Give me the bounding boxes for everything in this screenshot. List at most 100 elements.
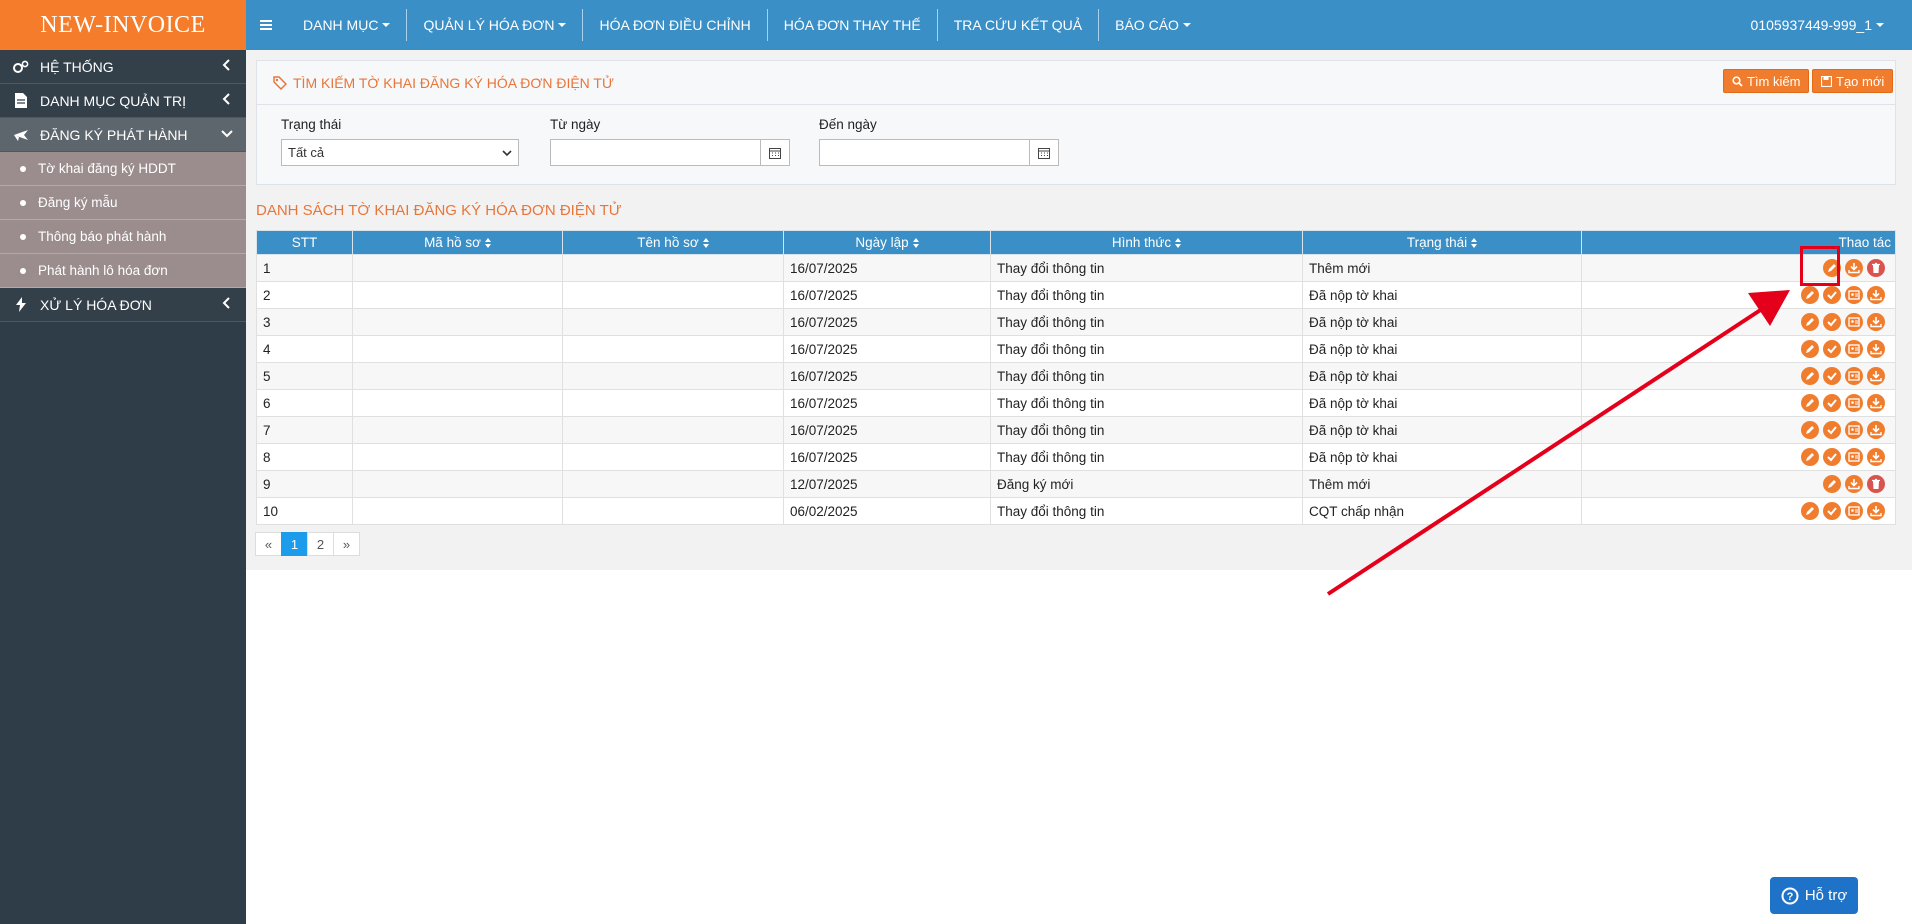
status-select[interactable]: Tất cả (281, 139, 519, 166)
edit-icon[interactable] (1823, 475, 1841, 493)
brand-logo[interactable]: NEW-INVOICE (0, 0, 246, 50)
edit-icon[interactable] (1801, 313, 1819, 331)
download-icon[interactable] (1845, 259, 1863, 277)
sidebar-subitem-to-khai[interactable]: Tờ khai đăng ký HDDT (0, 152, 246, 186)
cell-hinh-thuc: Thay đổi thông tin (990, 443, 1303, 471)
hamburger-menu-icon[interactable] (246, 0, 286, 50)
download-icon[interactable] (1867, 502, 1885, 520)
view-card-icon[interactable] (1845, 448, 1863, 466)
col-stt[interactable]: STT (256, 230, 353, 255)
edit-icon[interactable] (1801, 502, 1819, 520)
sidebar-subitem-phat-hanh-lo[interactable]: Phát hành lô hóa đơn (0, 254, 246, 288)
view-card-icon[interactable] (1845, 421, 1863, 439)
nav-hoa-don-dieu-chinh[interactable]: HÓA ĐƠN ĐIỀU CHỈNH (582, 9, 766, 41)
approve-check-icon[interactable] (1823, 313, 1841, 331)
cell-ten-ho-so (562, 389, 784, 417)
cell-hinh-thuc: Thay đổi thông tin (990, 497, 1303, 525)
edit-icon[interactable] (1801, 421, 1819, 439)
view-card-icon[interactable] (1845, 313, 1863, 331)
pagination-next[interactable]: » (333, 532, 360, 556)
tags-icon (273, 75, 287, 90)
approve-check-icon[interactable] (1823, 286, 1841, 304)
pagination-prev[interactable]: « (255, 532, 282, 556)
sidebar-item-xu-ly-hoa-don[interactable]: XỬ LÝ HÓA ĐƠN (0, 288, 246, 322)
pagination-page[interactable]: 2 (307, 532, 334, 556)
download-icon[interactable] (1867, 340, 1885, 358)
nav-tra-cuu-ket-qua[interactable]: TRA CỨU KẾT QUẢ (936, 9, 1098, 41)
sidebar-subitem-label: Tờ khai đăng ký HDDT (38, 161, 176, 176)
download-icon[interactable] (1867, 367, 1885, 385)
edit-icon[interactable] (1801, 286, 1819, 304)
caret-down-icon (558, 23, 567, 27)
approve-check-icon[interactable] (1823, 448, 1841, 466)
main-content: TÌM KIẾM TỜ KHAI ĐĂNG KÝ HÓA ĐƠN ĐIỆN TỬ… (246, 50, 1912, 924)
approve-check-icon[interactable] (1823, 340, 1841, 358)
download-icon[interactable] (1867, 286, 1885, 304)
from-date-input[interactable] (550, 139, 761, 166)
nav-bao-cao[interactable]: BÁO CÁO (1098, 9, 1207, 41)
view-card-icon[interactable] (1845, 340, 1863, 358)
delete-icon[interactable] (1867, 475, 1885, 493)
sidebar-subitem-thong-bao[interactable]: Thông báo phát hành (0, 220, 246, 254)
to-date-input[interactable] (819, 139, 1030, 166)
table-row: 9 12/07/2025 Đăng ký mới Thêm mới (256, 470, 1896, 498)
cell-trang-thai: Đã nộp tờ khai (1302, 443, 1582, 471)
cell-ma-ho-so (352, 470, 563, 498)
sidebar-subitem-label: Phát hành lô hóa đơn (38, 263, 168, 278)
help-button[interactable]: ? Hỗ trợ (1770, 877, 1858, 914)
view-card-icon[interactable] (1845, 367, 1863, 385)
nav-hoa-don-thay-the[interactable]: HÓA ĐƠN THAY THẾ (766, 9, 937, 41)
edit-icon[interactable] (1801, 448, 1819, 466)
top-navbar: DANH MỤC QUẢN LÝ HÓA ĐƠN HÓA ĐƠN ĐIỀU CH… (246, 0, 1912, 50)
sidebar-item-he-thong[interactable]: HỆ THỐNG (0, 50, 246, 84)
download-icon[interactable] (1867, 448, 1885, 466)
view-card-icon[interactable] (1845, 286, 1863, 304)
chevron-down-icon (221, 130, 233, 138)
col-ten-ho-so[interactable]: Tên hồ sơ (562, 230, 784, 255)
nav-danh-muc[interactable]: DANH MỤC (286, 9, 406, 41)
delete-icon[interactable] (1867, 259, 1885, 277)
cell-ngay-lap: 06/02/2025 (783, 497, 991, 525)
col-ngay-lap[interactable]: Ngày lập (783, 230, 991, 255)
download-icon[interactable] (1867, 421, 1885, 439)
calendar-icon[interactable] (1029, 139, 1059, 166)
sidebar-subitem-label: Đăng ký mẫu (38, 195, 118, 210)
view-card-icon[interactable] (1845, 502, 1863, 520)
download-icon[interactable] (1867, 394, 1885, 412)
sidebar-item-danh-muc-quan-tri[interactable]: DANH MỤC QUẢN TRỊ (0, 84, 246, 118)
col-label: Thao tác (1838, 235, 1891, 250)
nav-quan-ly-hoa-don[interactable]: QUẢN LÝ HÓA ĐƠN (406, 9, 582, 41)
create-button[interactable]: Tạo mới (1812, 69, 1894, 93)
view-card-icon[interactable] (1845, 394, 1863, 412)
sort-icon (702, 238, 709, 249)
bullet-icon (20, 199, 26, 206)
approve-check-icon[interactable] (1823, 421, 1841, 439)
col-ma-ho-so[interactable]: Mã hồ sơ (352, 230, 563, 255)
cell-trang-thai: CQT chấp nhận (1302, 497, 1582, 525)
question-circle-icon: ? (1781, 887, 1799, 904)
approve-check-icon[interactable] (1823, 502, 1841, 520)
download-icon[interactable] (1845, 475, 1863, 493)
cell-actions (1581, 470, 1896, 498)
edit-icon[interactable] (1801, 367, 1819, 385)
approve-check-icon[interactable] (1823, 394, 1841, 412)
sidebar-item-dang-ky-phat-hanh[interactable]: ĐĂNG KÝ PHÁT HÀNH (0, 118, 246, 152)
col-trang-thai[interactable]: Trạng thái (1302, 230, 1582, 255)
sidebar-item-label: HỆ THỐNG (40, 58, 114, 75)
approve-check-icon[interactable] (1823, 367, 1841, 385)
account-menu[interactable]: 0105937449-999_1 (1751, 0, 1884, 50)
calendar-icon[interactable] (760, 139, 790, 166)
pagination-page[interactable]: 1 (281, 532, 308, 556)
edit-icon[interactable] (1801, 394, 1819, 412)
download-icon[interactable] (1867, 313, 1885, 331)
cell-ten-ho-so (562, 308, 784, 336)
edit-icon[interactable] (1801, 340, 1819, 358)
col-hinh-thuc[interactable]: Hình thức (990, 230, 1303, 255)
sidebar-subitem-dang-ky-mau[interactable]: Đăng ký mẫu (0, 186, 246, 220)
search-button[interactable]: Tìm kiếm (1723, 69, 1810, 93)
table-row: 8 16/07/2025 Thay đổi thông tin Đã nộp tờ k… (256, 443, 1896, 471)
cell-stt: 2 (256, 281, 353, 309)
cell-actions (1581, 416, 1896, 444)
sidebar-item-label: ĐĂNG KÝ PHÁT HÀNH (40, 126, 188, 143)
cell-ngay-lap: 16/07/2025 (783, 443, 991, 471)
